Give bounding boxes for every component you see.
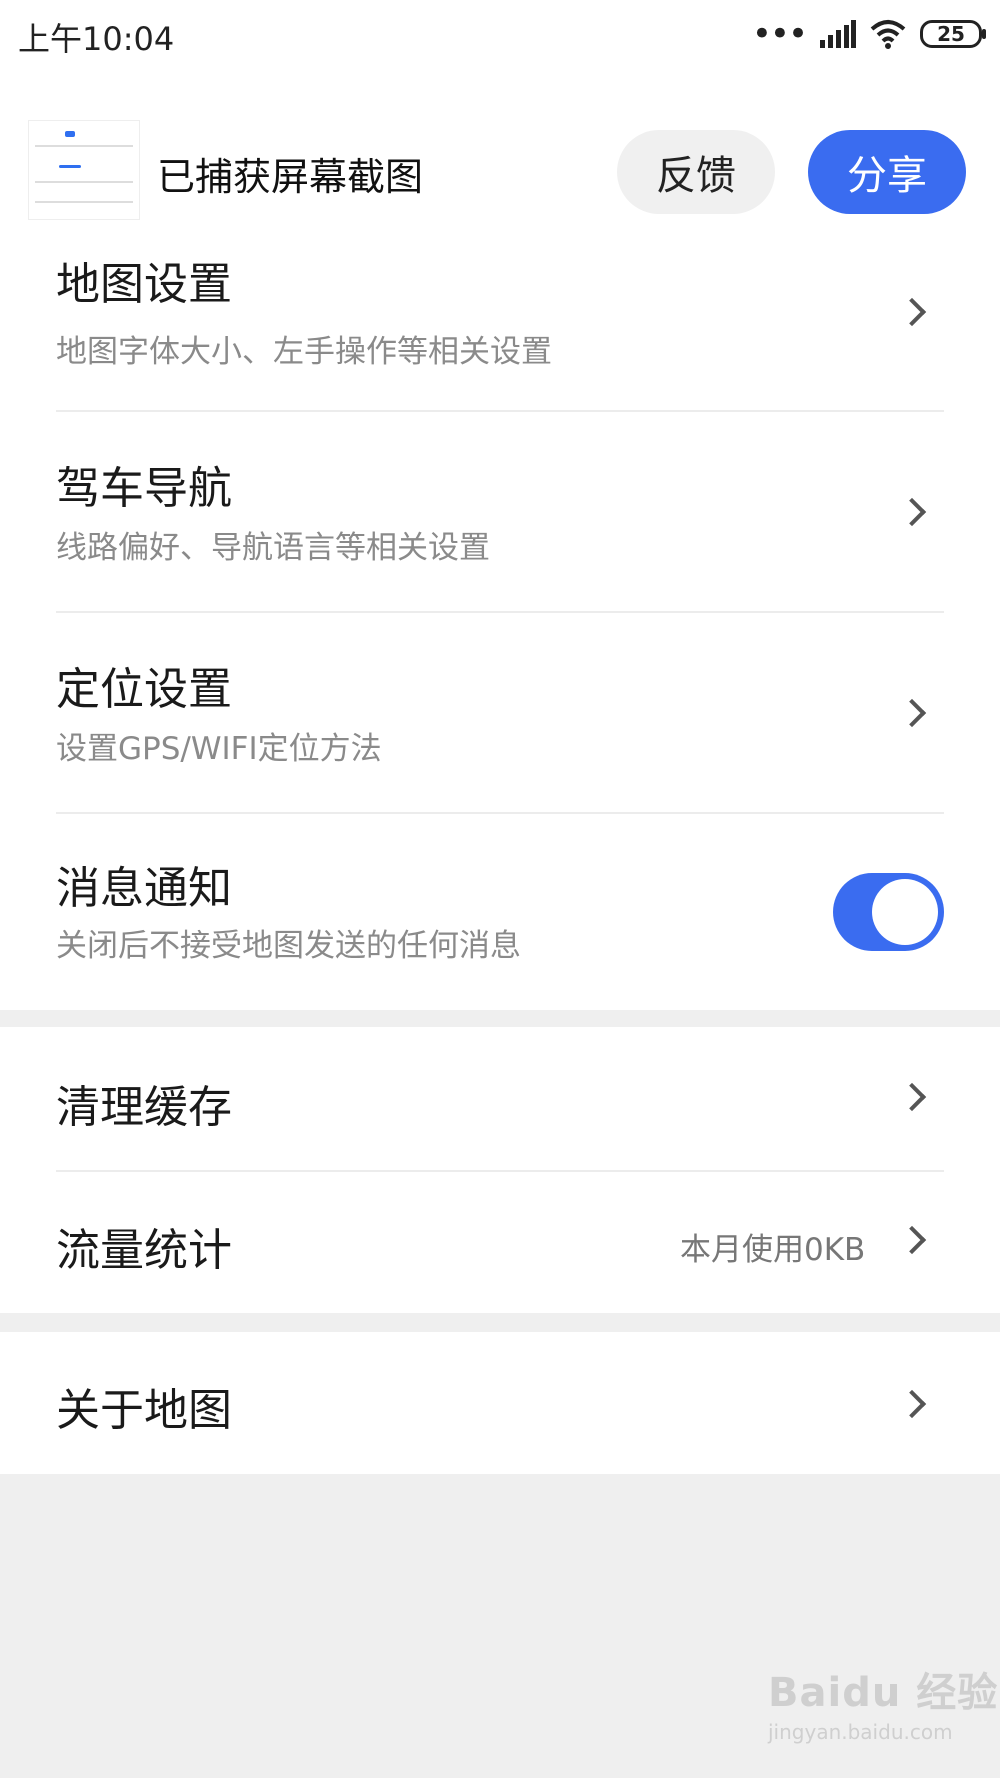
watermark-url: jingyan.baidu.com — [768, 1720, 953, 1744]
settings-section-main: 地图设置 地图字体大小、左手操作等相关设置 驾车导航 线路偏好、导航语言等相关设… — [0, 259, 1000, 1010]
item-title: 流量统计 — [56, 1225, 232, 1276]
item-subtitle: 关闭后不接受地图发送的任何消息 — [56, 928, 521, 964]
screenshot-capture-bar: 已捕获屏幕截图 反馈 分享 — [0, 70, 1000, 270]
chevron-right-icon — [897, 497, 927, 527]
status-time: 上午10:04 — [18, 20, 175, 58]
feedback-button[interactable]: 反馈 — [617, 130, 775, 214]
chevron-right-icon — [897, 698, 927, 728]
settings-section-storage: 清理缓存 流量统计 本月使用0KB — [0, 1027, 1000, 1313]
item-title: 清理缓存 — [56, 1082, 232, 1133]
battery-icon: 25 — [920, 20, 986, 48]
item-title: 地图设置 — [56, 259, 232, 310]
item-title: 消息通知 — [56, 863, 232, 914]
chevron-right-icon — [897, 1082, 927, 1112]
screenshot-thumbnail[interactable] — [28, 120, 140, 220]
settings-item-traffic-stats[interactable]: 流量统计 本月使用0KB — [56, 1172, 944, 1313]
item-subtitle: 地图字体大小、左手操作等相关设置 — [56, 334, 552, 370]
status-bar: 上午10:04 ••• 25 — [0, 0, 1000, 70]
more-dots-icon: ••• — [751, 14, 808, 54]
toggle-knob — [872, 879, 938, 945]
settings-item-clear-cache[interactable]: 清理缓存 — [56, 1027, 944, 1170]
item-title: 关于地图 — [56, 1385, 232, 1436]
chevron-right-icon — [897, 1389, 927, 1419]
notification-toggle[interactable] — [833, 873, 944, 951]
item-subtitle: 设置GPS/WIFI定位方法 — [56, 731, 382, 767]
item-title: 驾车导航 — [56, 463, 232, 514]
settings-section-about: 关于地图 — [0, 1332, 1000, 1474]
settings-item-map-settings[interactable]: 地图设置 地图字体大小、左手操作等相关设置 — [56, 259, 944, 410]
traffic-usage-value: 本月使用0KB — [680, 1232, 866, 1268]
watermark-brand: Baidu 经验 — [768, 1670, 999, 1716]
share-button[interactable]: 分享 — [808, 130, 966, 214]
status-icons: ••• 25 — [751, 14, 986, 54]
settings-item-driving-navigation[interactable]: 驾车导航 线路偏好、导航语言等相关设置 — [56, 412, 944, 610]
chevron-right-icon — [897, 1225, 927, 1255]
chevron-right-icon — [897, 297, 927, 327]
settings-item-notifications: 消息通知 关闭后不接受地图发送的任何消息 — [56, 814, 944, 1010]
capture-title: 已捕获屏幕截图 — [157, 155, 424, 199]
signal-icon — [820, 20, 856, 48]
item-title: 定位设置 — [56, 664, 232, 715]
settings-item-location[interactable]: 定位设置 设置GPS/WIFI定位方法 — [56, 613, 944, 811]
wifi-icon — [870, 20, 906, 49]
item-subtitle: 线路偏好、导航语言等相关设置 — [56, 530, 490, 566]
settings-item-about[interactable]: 关于地图 — [56, 1332, 944, 1474]
baidu-watermark: Baidu 经验 jingyan.baidu.com — [768, 1660, 998, 1744]
